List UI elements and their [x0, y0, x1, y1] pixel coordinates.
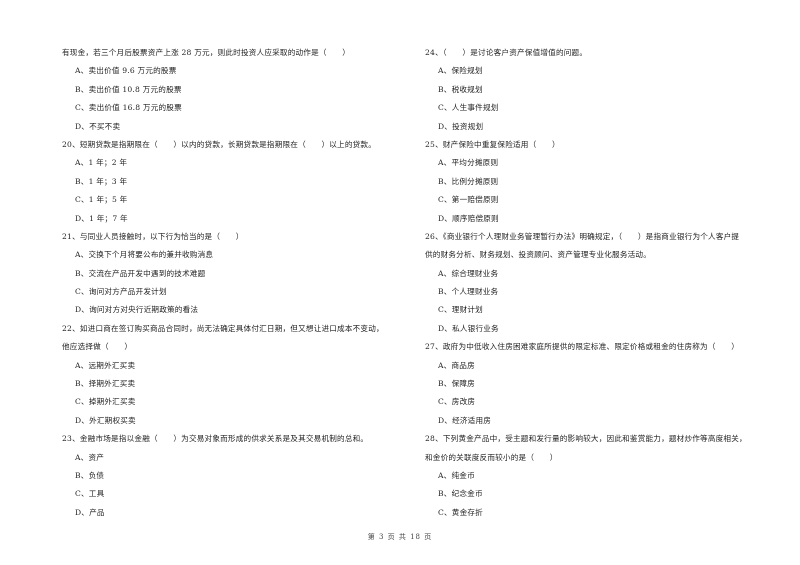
right-column: 24、（ ）是讨论客户资产保值增值的问题。 A、保险规划 B、税收规划 C、人生事件规…	[425, 44, 775, 522]
answer-option: C、第一赔偿原则	[438, 195, 499, 205]
answer-option: D、产品	[75, 507, 105, 517]
answer-option: B、交流在产品开发中遇到的技术难题	[75, 268, 206, 278]
question-text: 24、（ ）是讨论客户资产保值增值的问题。	[425, 48, 588, 57]
question-text: 25、财产保险中重复保险适用（ ）	[425, 139, 560, 149]
answer-option: D、外汇期权买卖	[75, 415, 136, 425]
question-text-continuation: 供的财务分析、财务规划、投资顾问、资产管理专业化服务活动。	[425, 250, 652, 260]
answer-option: A、交换下个月将要公布的兼并收购消息	[75, 250, 214, 260]
answer-option: A、纯金币	[438, 470, 475, 480]
answer-option: A、商品房	[438, 360, 475, 370]
answer-option: B、税收规划	[438, 84, 483, 94]
answer-option: B、卖出价值 10.8 万元的股票	[75, 84, 182, 94]
answer-option: C、询问对方产品开发计划	[75, 287, 167, 297]
answer-option: B、1 年；3 年	[75, 176, 128, 186]
question-text-continuation: 有现金，若三个月后股票资产上涨 28 万元，则此时投资人应采取的动作是（ ）	[62, 48, 351, 57]
answer-option: D、询问对方对央行近期政策的看法	[75, 305, 199, 315]
answer-option: B、负债	[75, 470, 105, 480]
answer-option: C、黄金存折	[438, 507, 483, 517]
page-footer: 第 3 页 共 18 页	[367, 533, 433, 541]
answer-option: B、保障房	[438, 379, 475, 389]
answer-option: C、卖出价值 16.8 万元的股票	[75, 103, 182, 113]
question-text: 27、政府为中低收入住房困难家庭所提供的限定标准、限定价格或租金的住房称为（ ）	[425, 342, 740, 352]
answer-option: C、1 年；5 年	[75, 195, 128, 205]
answer-option: C、工具	[75, 489, 105, 499]
answer-option: B、纪念金币	[438, 489, 483, 499]
question-text: 22、如进口商在签订购买商品合同时，尚无法确定具体付汇日期，但又想让进口成本不变…	[62, 323, 384, 333]
question-text-continuation: 和金价的关联度反而较小的是（ ）	[425, 452, 558, 462]
question-text: 23、金融市场是指以金融（ ）为交易对象而形成的供求关系是及其交易机制的总和。	[62, 434, 369, 444]
answer-option: D、1 年；7 年	[75, 213, 128, 223]
left-column: 有现金，若三个月后股票资产上涨 28 万元，则此时投资人应采取的动作是（ ） A、…	[62, 44, 412, 522]
answer-option: D、投资规划	[438, 121, 484, 131]
answer-option: C、房改房	[438, 397, 476, 407]
answer-option: C、理财计划	[438, 305, 483, 315]
answer-option: A、资产	[75, 452, 105, 462]
answer-option: C、掉期外汇买卖	[75, 397, 136, 407]
answer-option: A、卖出价值 9.6 万元的股票	[75, 66, 177, 76]
answer-option: B、比例分摊原则	[438, 176, 499, 186]
answer-option: B、个人理财业务	[438, 287, 499, 297]
answer-option: D、经济适用房	[438, 415, 492, 425]
answer-option: D、私人银行业务	[438, 323, 499, 333]
question-text-continuation: 他应选择做（ ）	[62, 342, 133, 352]
answer-option: C、人生事件规划	[438, 103, 499, 113]
answer-option: D、不买不卖	[75, 121, 121, 131]
answer-option: B、择期外汇买卖	[75, 379, 136, 389]
answer-option: A、保险规划	[438, 66, 483, 76]
answer-option: A、远期外汇买卖	[75, 360, 136, 370]
question-text: 28、下列黄金产品中，受主题和发行量的影响较大，因此和鉴赏能力，题材炒作等高度相…	[425, 434, 747, 444]
question-text: 21、与同业人员接触时，以下行为恰当的是（ ）	[62, 231, 244, 241]
question-text: 26、《商业银行个人理财业务管理暂行办法》明确规定，（ ）是指商业银行为个人客户…	[425, 231, 740, 241]
answer-option: D、顺序赔偿原则	[438, 213, 499, 223]
question-text: 20、短期贷款是指期限在（ ）以内的贷款，长期贷款是指期限在（ ）以上的贷款。	[62, 139, 377, 149]
answer-option: A、平均分摊原则	[438, 158, 499, 168]
answer-option: A、综合理财业务	[438, 268, 499, 278]
answer-option: A、1 年；2 年	[75, 158, 128, 168]
